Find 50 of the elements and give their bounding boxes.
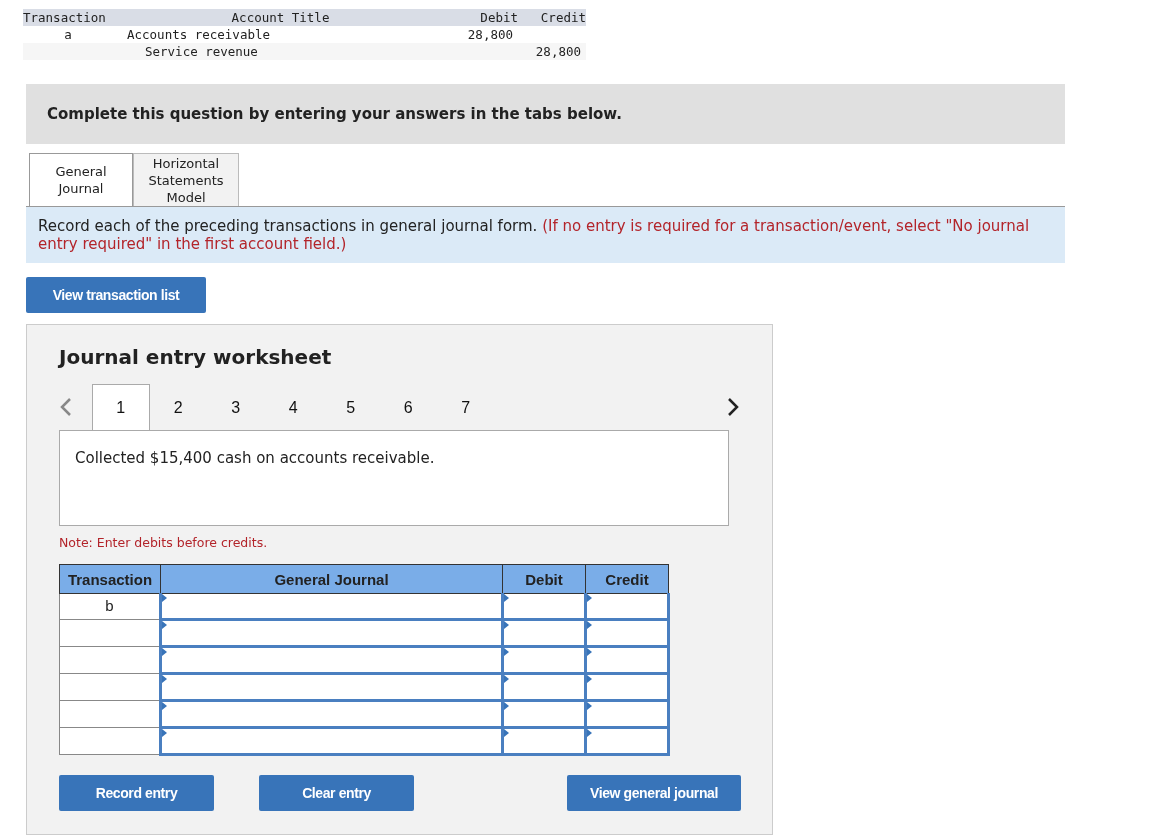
tab[interactable]: General Journal: [29, 153, 133, 206]
input-field[interactable]: [502, 700, 586, 728]
column-header: Debit: [502, 564, 586, 594]
input-field[interactable]: [160, 700, 503, 728]
input-field[interactable]: [502, 646, 586, 674]
table-cell-text: Accounts receivable: [126, 27, 270, 42]
banner-text: Complete this question by entering your answers in the tabs below.: [47, 105, 622, 123]
step-tab[interactable]: 4: [264, 384, 322, 430]
column-header: Debit: [479, 9, 518, 26]
worksheet-title: Journal entry worksheet: [59, 345, 333, 369]
input-field[interactable]: [502, 673, 586, 701]
column-header: Transaction: [59, 564, 161, 594]
input-field[interactable]: [160, 673, 503, 701]
step-tab[interactable]: 6: [379, 384, 437, 430]
input-field[interactable]: [585, 646, 669, 674]
description-text: Collected $15,400 cash on accounts receivable.: [75, 449, 435, 467]
input-field[interactable]: [502, 619, 586, 647]
step-tab[interactable]: 1: [92, 384, 150, 430]
input-field[interactable]: [160, 727, 503, 755]
note-text: Note: Enter debits before credits.: [59, 535, 269, 550]
table-cell: b: [59, 593, 161, 620]
column-header: Credit: [539, 9, 586, 26]
input-field[interactable]: [160, 593, 503, 620]
table-cell-text: Service revenue: [144, 44, 258, 59]
column-header: Transaction: [23, 9, 107, 26]
input-field[interactable]: [160, 619, 503, 647]
view-general-journal-button[interactable]: View general journal: [567, 775, 741, 811]
step-tab[interactable]: 2: [149, 384, 207, 430]
instruction-text: Record each of the preceding transactions in general journal form. (If no entry is required for a transaction/event, select "No journal entry required" in the first account field.): [38, 217, 1031, 253]
input-field[interactable]: [585, 619, 669, 647]
column-header: General Journal: [160, 564, 503, 594]
column-header: Credit: [585, 564, 669, 594]
input-field[interactable]: [585, 673, 669, 701]
table-cell: 28,800: [467, 27, 513, 42]
input-field[interactable]: [585, 700, 669, 728]
table-cell: a: [64, 27, 72, 42]
view-transaction-list-button[interactable]: View transaction list: [26, 277, 206, 313]
step-tab[interactable]: 7: [437, 384, 495, 430]
input-field[interactable]: [160, 646, 503, 674]
tab[interactable]: Horizontal Statements Model: [133, 153, 239, 206]
input-field[interactable]: [502, 593, 586, 620]
table-cell: 28,800: [535, 44, 581, 59]
record-entry-button[interactable]: Record entry: [59, 775, 214, 811]
step-tab[interactable]: 5: [322, 384, 380, 430]
input-field[interactable]: [502, 727, 586, 755]
input-field[interactable]: [585, 593, 669, 620]
clear-entry-button[interactable]: Clear entry: [259, 775, 414, 811]
step-tab[interactable]: 3: [207, 384, 265, 430]
input-field[interactable]: [585, 727, 669, 755]
column-header: Account Title: [230, 9, 331, 26]
